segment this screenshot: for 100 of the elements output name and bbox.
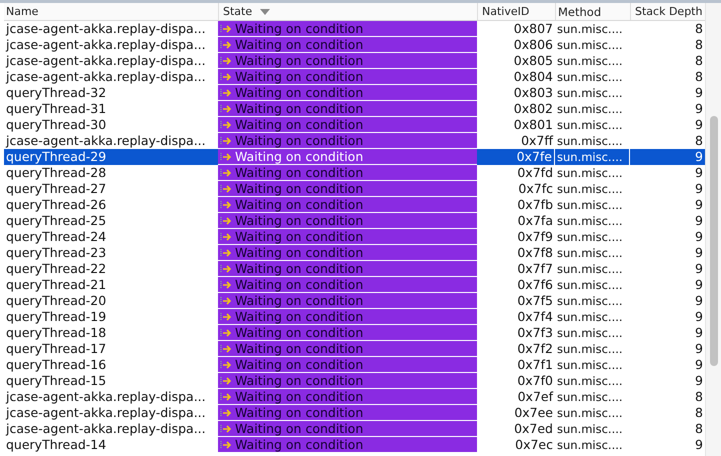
table-cell-text: sun.misc.... [556,229,624,245]
table-cell[interactable]: jcase-agent-akka.replay-dispa... [4,389,218,405]
arrow-icon [220,280,233,290]
column-header[interactable]: State [218,3,477,20]
table-cell-text: 0x7ec [514,437,554,453]
thread-state: Waiting on condition [235,325,364,340]
table-cell-text: 9 [694,357,704,373]
table-cell-text: 9 [694,325,704,341]
scrollbar-thumb[interactable] [710,116,718,366]
arrow-icon [220,424,233,434]
table-cell-text: sun.misc.... [556,341,624,357]
table-cell[interactable]: jcase-agent-akka.replay-dispa... [4,405,218,421]
table-cell[interactable]: queryThread-18 [4,325,218,341]
table-cell-text: 9 [694,229,704,245]
arrow-icon [220,168,233,178]
table-cell-text: sun.misc.... [556,85,624,101]
table-cell[interactable]: queryThread-25 [4,213,218,229]
table-cell-text: 9 [694,213,704,229]
thread-state: Waiting on condition [235,373,364,388]
table-cell[interactable]: queryThread-17 [4,341,218,357]
table-cell-text: 0x7f5 [516,293,554,309]
table-cell[interactable]: queryThread-23 [4,245,218,261]
table-cell-text: sun.misc.... [556,37,624,53]
arrow-icon [220,408,233,418]
table-cell-text: 0x7fd [516,165,554,181]
table-cell-text: sun.misc.... [556,421,624,437]
table-cell-text: 0x7f7 [516,261,554,277]
table-cell[interactable]: queryThread-31 [4,101,218,117]
table-cell[interactable]: queryThread-16 [4,357,218,373]
arrow-icon [220,440,233,450]
table-cell[interactable]: queryThread-29 [4,149,218,165]
column-header[interactable]: NativeID [477,3,555,20]
table-cell-text: 0x801 [512,117,554,133]
table-cell-text: 0x806 [512,37,554,53]
thread-state: Waiting on condition [235,277,364,292]
table-cell[interactable]: queryThread-20 [4,293,218,309]
table-cell[interactable]: queryThread-30 [4,117,218,133]
table-cell-text: 8 [694,405,704,421]
table-cell-text: 8 [694,53,704,69]
table-cell[interactable]: jcase-agent-akka.replay-dispa... [4,21,218,37]
table-cell: sun.misc.... [555,149,630,165]
table-cell[interactable]: queryThread-26 [4,197,218,213]
table-cell[interactable]: queryThread-19 [4,309,218,325]
table-cell-text: 0x7f3 [516,325,554,341]
table-cell-text: sun.misc.... [556,213,624,229]
table-cell-text: 0x7f9 [516,229,554,245]
table-cell[interactable]: queryThread-22 [4,261,218,277]
table-cell-text: 0x7f4 [516,309,554,325]
table-cell-text: 0x7fa [516,213,554,229]
thread-state: Waiting on condition [235,213,364,228]
arrow-icon [220,344,233,354]
table-cell[interactable]: jcase-agent-akka.replay-dispa... [4,133,218,149]
table-cell-text: sun.misc.... [556,389,624,405]
arrow-icon [220,184,233,194]
table-cell-text: sun.misc.... [556,357,624,373]
table-cell-text: sun.misc.... [556,133,624,149]
table-cell[interactable]: queryThread-24 [4,229,218,245]
thread-state: Waiting on condition [235,149,364,164]
table-cell-text: 8 [694,69,704,85]
table-cell[interactable]: queryThread-32 [4,85,218,101]
table-cell-text: sun.misc.... [556,69,624,85]
table-cell-text: 9 [694,437,704,453]
table-cell-text: 0x805 [512,53,554,69]
arrow-icon [220,104,233,114]
table-cell-text: sun.misc.... [556,53,624,69]
table-cell-text: sun.misc.... [556,21,624,37]
table-cell[interactable]: jcase-agent-akka.replay-dispa... [4,53,218,69]
arrow-icon [220,376,233,386]
table-cell-text: 9 [694,341,704,357]
thread-state: Waiting on condition [235,37,364,52]
table-cell[interactable]: queryThread-15 [4,373,218,389]
table-cell-text: sun.misc.... [556,261,624,277]
thread-state: Waiting on condition [235,389,364,404]
arrow-icon [220,136,233,146]
arrow-icon [220,152,233,162]
table-cell-text: 0x803 [512,85,554,101]
thread-state: Waiting on condition [235,53,364,68]
table-cell-text: sun.misc.... [556,325,624,341]
table-cell[interactable]: queryThread-27 [4,181,218,197]
table-cell-text: 0x7fc [517,181,554,197]
scrollbar[interactable] [705,3,721,456]
table-cell[interactable]: queryThread-28 [4,165,218,181]
thread-state: Waiting on condition [235,357,364,372]
table-cell[interactable]: jcase-agent-akka.replay-dispa... [4,37,218,53]
table-cell-text: sun.misc.... [556,101,624,117]
table-cell[interactable]: jcase-agent-akka.replay-dispa... [4,69,218,85]
table-cell-text: 9 [694,309,704,325]
thread-state: Waiting on condition [235,165,364,180]
table-cell[interactable]: queryThread-14 [4,437,218,453]
table-cell[interactable]: queryThread-21 [4,277,218,293]
column-header[interactable]: Method [555,3,630,20]
thread-state: Waiting on condition [235,421,364,436]
table-cell[interactable]: jcase-agent-akka.replay-dispa... [4,421,218,437]
table-cell-text: 9 [694,293,704,309]
thread-state: Waiting on condition [235,437,364,452]
table-cell-text: 0x7ee [513,405,554,421]
column-header[interactable]: Name [4,3,218,20]
thread-state: Waiting on condition [235,181,364,196]
table-cell-text: 9 [694,261,704,277]
thread-state: Waiting on condition [235,101,364,116]
